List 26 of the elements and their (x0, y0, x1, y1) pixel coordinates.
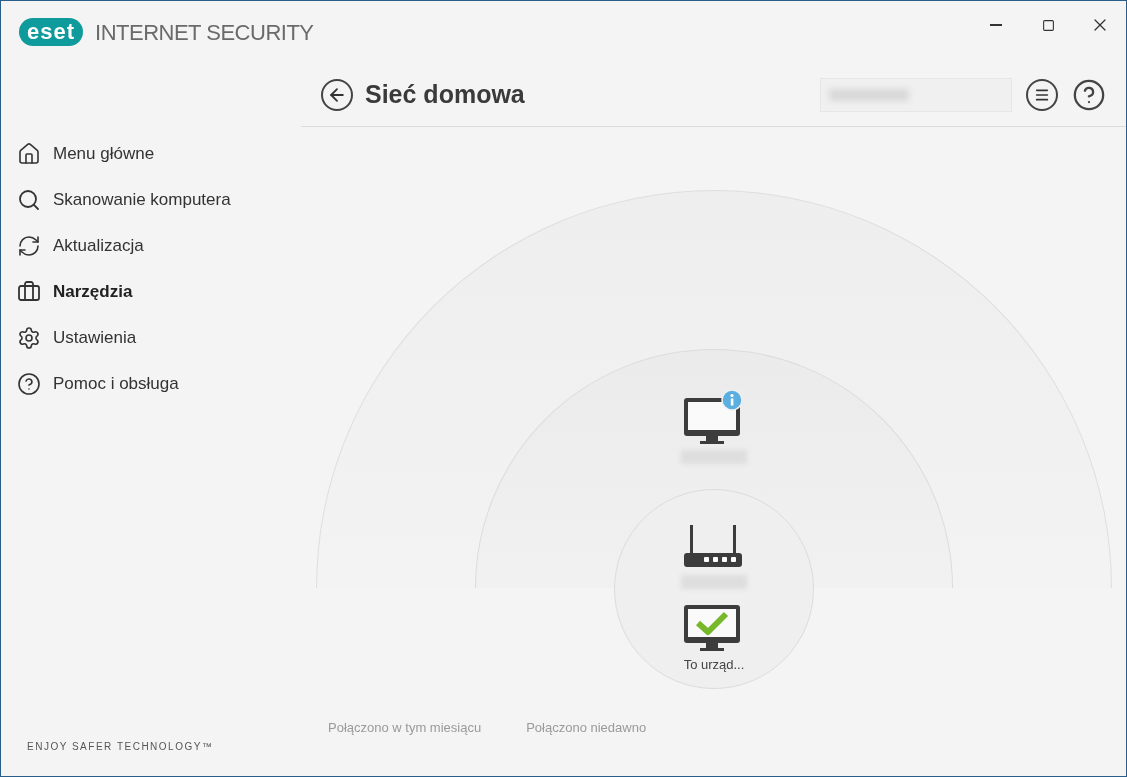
help-icon (1072, 77, 1106, 112)
tagline: ENJOY SAFER TECHNOLOGY™ (26, 740, 215, 754)
device-label: To urząd... (683, 656, 745, 674)
home-icon (17, 142, 41, 166)
sidebar-item[interactable]: Aktualizacja (1, 223, 301, 269)
sidebar-item[interactable]: Skanowanie komputera (1, 177, 301, 223)
menu-button[interactable] (1026, 78, 1058, 111)
zone-label: Połączono niedawno (526, 719, 647, 737)
sidebar-item[interactable]: Menu główne (1, 131, 301, 177)
page-title: Sieć domowa (365, 78, 525, 110)
sidebar-item[interactable]: Ustawienia (1, 315, 301, 361)
minimize-icon (990, 24, 1002, 26)
search-field[interactable] (820, 77, 1012, 112)
maximize-icon (1041, 18, 1055, 32)
help-icon (17, 372, 41, 396)
zone-label: Połączono w tym miesiącu (328, 719, 482, 737)
briefcase-icon (17, 280, 41, 304)
sidebar-item[interactable]: Narzędzia (1, 269, 301, 315)
back-button[interactable] (321, 78, 353, 111)
sidebar-item[interactable]: Pomoc i obsługa (1, 361, 301, 407)
refresh-icon (17, 234, 41, 258)
product-name: INTERNET SECURITY (95, 18, 314, 47)
search-icon (17, 188, 41, 212)
logo-badge: eset (19, 18, 84, 46)
help-button[interactable] (1072, 77, 1106, 112)
settings-icon (17, 326, 41, 350)
